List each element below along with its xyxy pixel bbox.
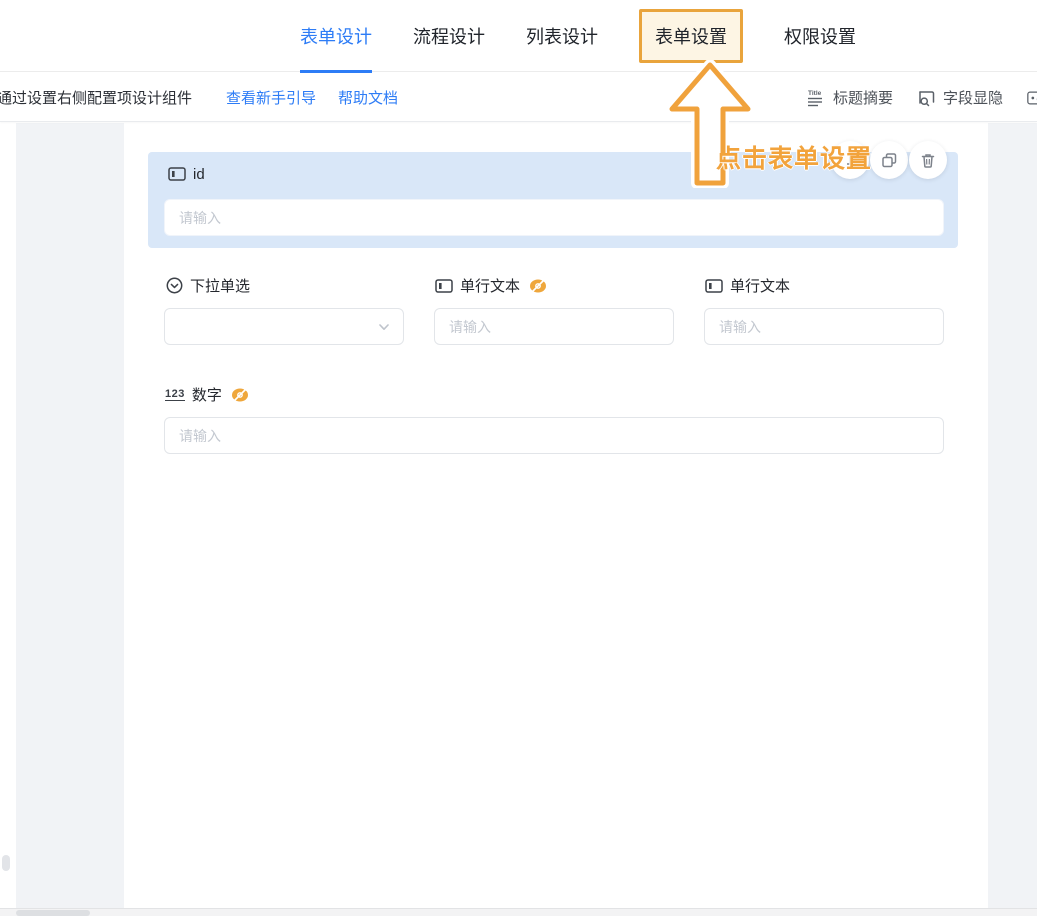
field-label-text: 单行文本 (730, 275, 790, 296)
single-line-text-icon (168, 165, 186, 183)
hidden-field-badge-icon (231, 387, 249, 403)
horizontal-scrollbar-thumb[interactable] (16, 910, 90, 916)
single-line-text-icon (705, 277, 723, 295)
workspace-right-gutter (988, 123, 1037, 908)
dropdown-select-field[interactable] (164, 308, 404, 345)
form-config-icon (1027, 88, 1037, 108)
hidden-field-badge-icon (529, 278, 547, 294)
top-tab-bar: 表单设计 流程设计 列表设计 表单设置 权限设置 (0, 0, 1037, 72)
single-line-text-icon (435, 277, 453, 295)
field-visibility-label: 字段显隐 (943, 87, 1003, 108)
toolbar-left-group: 通过设置右侧配置项设计组件 查看新手引导 帮助文档 (0, 73, 398, 122)
tab-process-design[interactable]: 流程设计 (413, 0, 485, 72)
workspace-left-gutter (16, 123, 124, 908)
tab-permission-settings[interactable]: 权限设置 (784, 0, 856, 72)
number-field-icon: 123 (165, 388, 185, 402)
trash-icon (920, 152, 936, 169)
toolbar-links: 查看新手引导 帮助文档 (226, 87, 398, 108)
field-label-select: 下拉单选 (165, 275, 250, 296)
delete-field-button[interactable] (909, 141, 947, 179)
horizontal-scrollbar-track[interactable] (0, 908, 1037, 916)
design-workspace: id 下拉单选 (0, 123, 1037, 916)
newbie-guide-link[interactable]: 查看新手引导 (226, 87, 316, 108)
tab-label: 表单设计 (300, 23, 372, 49)
tab-form-settings[interactable]: 表单设置 (639, 9, 743, 63)
field-label-text2: 单行文本 (705, 275, 790, 296)
text-field-2-input[interactable] (704, 308, 944, 345)
designer-tabs: 表单设计 流程设计 列表设计 表单设置 权限设置 (300, 0, 856, 72)
number-field-input[interactable] (164, 417, 944, 454)
left-scrollbar-track[interactable] (0, 123, 16, 908)
field-visibility-icon (917, 88, 937, 108)
left-scrollbar-thumb[interactable] (2, 855, 10, 871)
design-tip-text: 通过设置右侧配置项设计组件 (0, 87, 192, 108)
field-action-icon (842, 152, 858, 168)
copy-icon (881, 152, 898, 169)
toolbar-right-group: Title 标题摘要 字段显隐 (807, 73, 1037, 122)
help-doc-link[interactable]: 帮助文档 (338, 87, 398, 108)
tab-label: 权限设置 (784, 23, 856, 49)
tab-form-design[interactable]: 表单设计 (300, 0, 372, 72)
form-designer-page: 表单设计 流程设计 列表设计 表单设置 权限设置 通过设置右侧配置项设计组件 查… (0, 0, 1037, 916)
title-summary-button[interactable]: Title 标题摘要 (807, 87, 893, 108)
tab-label: 表单设置 (655, 23, 727, 49)
field-label-text: 下拉单选 (190, 275, 250, 296)
title-summary-icon: Title (807, 88, 827, 108)
field-visibility-button[interactable]: 字段显隐 (917, 87, 1003, 108)
field-label-text: 数字 (192, 384, 222, 405)
form-canvas[interactable]: id 下拉单选 (124, 123, 988, 908)
field-label-id: id (168, 165, 205, 183)
svg-text:Title: Title (808, 90, 822, 97)
field-action-button[interactable] (831, 141, 869, 179)
tab-label: 列表设计 (526, 23, 598, 49)
tab-label: 流程设计 (413, 23, 485, 49)
field-label-number: 123 数字 (165, 384, 249, 405)
chevron-down-icon (377, 320, 391, 339)
copy-field-button[interactable] (870, 141, 908, 179)
dropdown-select-icon (165, 277, 183, 295)
id-field-input[interactable] (164, 199, 944, 236)
form-config-button[interactable] (1027, 88, 1037, 108)
field-label-text1: 单行文本 (435, 275, 547, 296)
tab-list-design[interactable]: 列表设计 (526, 0, 598, 72)
designer-toolbar: 通过设置右侧配置项设计组件 查看新手引导 帮助文档 Title 标题摘要 (0, 73, 1037, 122)
title-summary-label: 标题摘要 (833, 87, 893, 108)
text-field-1-input[interactable] (434, 308, 674, 345)
field-label-text: 单行文本 (460, 275, 520, 296)
field-label-text: id (193, 166, 205, 183)
